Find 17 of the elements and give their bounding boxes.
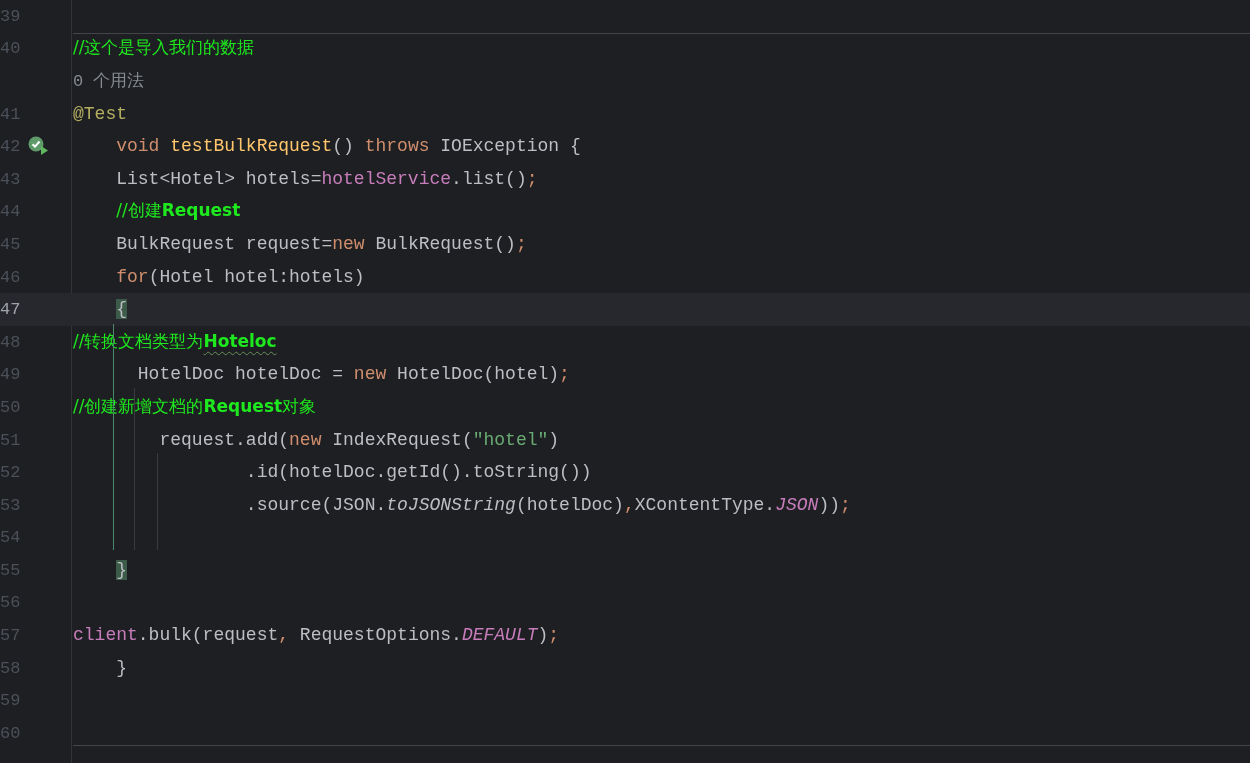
usage-hint[interactable]: 0 个用法 (73, 72, 145, 91)
code-line: HotelDoc hotelDoc = new HotelDoc(hotel); (136, 364, 570, 385)
code-line: List<Hotel> hotels=hotelService.list(); (115, 168, 538, 189)
code-line: request.add(new IndexRequest("hotel") (158, 429, 560, 450)
line-number: 47 (0, 301, 21, 319)
code-line: } (115, 657, 128, 678)
code-line: @Test (73, 103, 127, 124)
code-line: client.bulk(request, RequestOptions.DEFAULT); (73, 625, 560, 646)
code-line: BulkRequest request=new BulkRequest(); (115, 233, 527, 254)
code-line: //这个是导入我们的数据 (73, 38, 255, 59)
code-line: .source(JSON.toJSONString(hotelDoc),XContentType.JSON)); (244, 494, 851, 515)
test-passed-run-icon[interactable] (28, 136, 49, 156)
code-line: void testBulkRequest() throws IOException { (115, 136, 581, 157)
code-line: //创建Request (115, 201, 241, 222)
code-line: //转换文档类型为Hoteloc (73, 331, 277, 352)
code-line: for(Hotel hotel:hotels) (115, 266, 365, 287)
code-line: .id(hotelDoc.getId().toString()) (244, 462, 592, 483)
